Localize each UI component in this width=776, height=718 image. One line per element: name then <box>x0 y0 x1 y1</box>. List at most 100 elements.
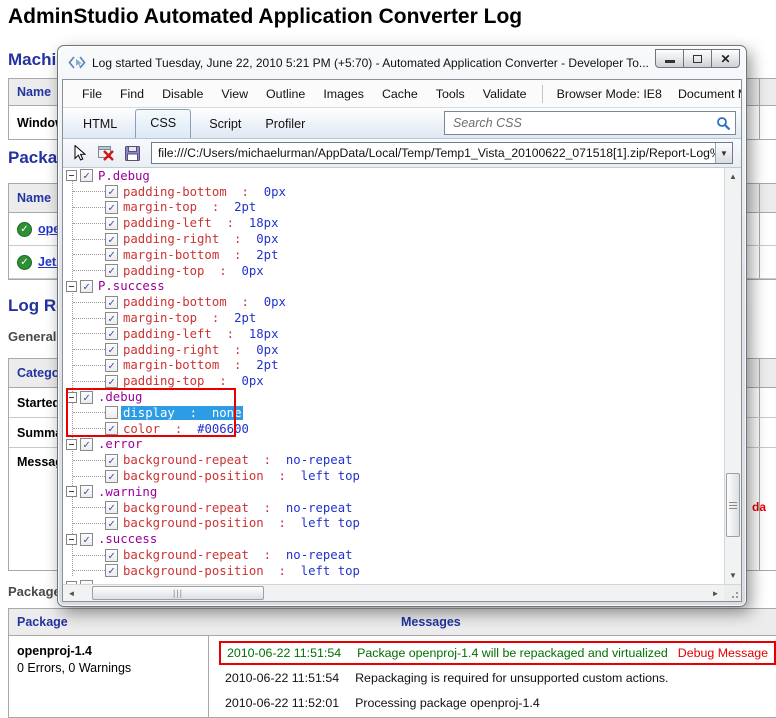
rule-checkbox[interactable] <box>80 280 93 293</box>
minimize-button[interactable] <box>655 49 684 68</box>
url-combobox[interactable]: file:///C:/Users/michaelurman/AppData/Lo… <box>151 142 733 164</box>
menu-item[interactable]: View <box>212 84 257 104</box>
tree-row[interactable] <box>63 579 724 584</box>
tree-row[interactable]: display : none <box>63 405 724 421</box>
tree-row[interactable]: background-position : left top <box>63 468 724 484</box>
restore-button[interactable] <box>683 49 712 68</box>
tree-row[interactable]: padding-right : 0px <box>63 342 724 358</box>
css-property-separator: : <box>227 232 249 246</box>
tree-row[interactable]: background-repeat : no-repeat <box>63 452 724 468</box>
collapse-minus-icon[interactable] <box>66 534 77 545</box>
close-button[interactable]: ✕ <box>711 49 740 68</box>
menu-item[interactable]: Disable <box>153 84 212 104</box>
rule-checkbox[interactable] <box>105 359 118 372</box>
browser-mode-menu[interactable]: Browser Mode: IE8 <box>549 84 670 104</box>
collapse-minus-icon[interactable] <box>66 170 77 181</box>
scroll-right-icon[interactable]: ► <box>707 585 724 601</box>
tree-row[interactable]: color : #006600 <box>63 421 724 437</box>
rule-checkbox[interactable] <box>105 454 118 467</box>
rule-checkbox[interactable] <box>105 375 118 388</box>
rule-checkbox[interactable] <box>80 438 93 451</box>
tree-row[interactable]: padding-left : 18px <box>63 326 724 342</box>
tab[interactable]: Script <box>197 111 253 138</box>
scroll-down-icon[interactable]: ▼ <box>725 567 741 584</box>
tree-row[interactable]: margin-bottom : 2pt <box>63 247 724 263</box>
tree-row[interactable]: padding-bottom : 0px <box>63 294 724 310</box>
collapse-minus-icon[interactable] <box>66 281 77 292</box>
tree-row[interactable]: padding-top : 0px <box>63 373 724 389</box>
tree-row[interactable]: background-position : left top <box>63 563 724 579</box>
rule-checkbox[interactable] <box>105 233 118 246</box>
scroll-up-icon[interactable]: ▲ <box>725 168 741 185</box>
menu-item[interactable]: Find <box>111 84 153 104</box>
vertical-scroll-thumb[interactable] <box>726 473 740 537</box>
window-titlebar[interactable]: Log started Tuesday, June 22, 2010 5:21 … <box>58 46 746 79</box>
tab[interactable]: CSS <box>135 109 191 138</box>
rule-checkbox[interactable] <box>80 533 93 546</box>
rule-checkbox[interactable] <box>105 201 118 214</box>
menu-item[interactable]: Tools <box>427 84 474 104</box>
rule-checkbox[interactable] <box>105 312 118 325</box>
tab[interactable]: Profiler <box>253 111 317 138</box>
url-text: file:///C:/Users/michaelurman/AppData/Lo… <box>152 146 715 160</box>
search-icon[interactable] <box>716 116 731 131</box>
menu-item[interactable]: File <box>73 84 111 104</box>
rule-checkbox[interactable] <box>105 217 118 230</box>
tree-row[interactable]: background-position : left top <box>63 516 724 532</box>
tree-row[interactable]: .error <box>63 437 724 453</box>
resize-grip[interactable] <box>724 585 741 601</box>
document-mode-menu[interactable]: Document Mode: Quirks <box>670 84 742 104</box>
search-css-input[interactable] <box>453 116 716 130</box>
tree-row[interactable]: padding-left : 18px <box>63 215 724 231</box>
column-divider <box>759 184 760 212</box>
tree-row[interactable]: background-repeat : no-repeat <box>63 547 724 563</box>
tree-row[interactable]: background-repeat : no-repeat <box>63 500 724 516</box>
tree-row[interactable]: P.debug <box>63 168 724 184</box>
rule-checkbox[interactable] <box>105 501 118 514</box>
rule-checkbox[interactable] <box>105 517 118 530</box>
rule-checkbox[interactable] <box>80 580 93 584</box>
rule-checkbox[interactable] <box>105 248 118 261</box>
scroll-left-icon[interactable]: ◄ <box>63 585 80 601</box>
menu-item[interactable]: Cache <box>373 84 427 104</box>
rule-checkbox[interactable] <box>105 327 118 340</box>
tree-row[interactable]: .success <box>63 531 724 547</box>
tree-row[interactable]: padding-top : 0px <box>63 263 724 279</box>
rule-checkbox[interactable] <box>105 185 118 198</box>
collapse-minus-icon[interactable] <box>66 439 77 450</box>
select-element-button[interactable] <box>69 143 91 163</box>
tree-row[interactable]: padding-right : 0px <box>63 231 724 247</box>
tab[interactable]: HTML <box>71 111 129 138</box>
menu-item[interactable]: Images <box>314 84 373 104</box>
vertical-scrollbar[interactable]: ▲ ▼ <box>724 168 741 584</box>
rule-checkbox[interactable] <box>80 169 93 182</box>
rule-checkbox[interactable] <box>80 391 93 404</box>
dropdown-arrow-icon[interactable]: ▼ <box>715 143 732 163</box>
tree-row[interactable]: .debug <box>63 389 724 405</box>
rule-checkbox[interactable] <box>105 296 118 309</box>
tree-row[interactable]: P.success <box>63 279 724 295</box>
tree-row[interactable]: .warning <box>63 484 724 500</box>
rule-checkbox[interactable] <box>105 406 118 419</box>
rule-checkbox[interactable] <box>105 470 118 483</box>
rule-checkbox[interactable] <box>105 422 118 435</box>
tree-row[interactable]: margin-top : 2pt <box>63 310 724 326</box>
save-button[interactable] <box>121 143 143 163</box>
rule-checkbox[interactable] <box>80 485 93 498</box>
collapse-minus-icon[interactable] <box>66 581 77 584</box>
horizontal-scroll-thumb[interactable]: ||| <box>92 586 264 600</box>
collapse-minus-icon[interactable] <box>66 486 77 497</box>
tree-row[interactable]: padding-bottom : 0px <box>63 184 724 200</box>
rule-checkbox[interactable] <box>105 343 118 356</box>
css-property-value: 0px <box>256 343 278 357</box>
rule-checkbox[interactable] <box>105 264 118 277</box>
rule-checkbox[interactable] <box>105 564 118 577</box>
collapse-minus-icon[interactable] <box>66 392 77 403</box>
clear-css-button[interactable] <box>95 143 117 163</box>
rule-checkbox[interactable] <box>105 549 118 562</box>
horizontal-scrollbar[interactable]: ◄ ||| ► <box>63 584 741 601</box>
menu-item[interactable]: Outline <box>257 84 314 104</box>
menu-item[interactable]: Validate <box>474 84 536 104</box>
tree-row[interactable]: margin-bottom : 2pt <box>63 358 724 374</box>
tree-row[interactable]: margin-top : 2pt <box>63 200 724 216</box>
